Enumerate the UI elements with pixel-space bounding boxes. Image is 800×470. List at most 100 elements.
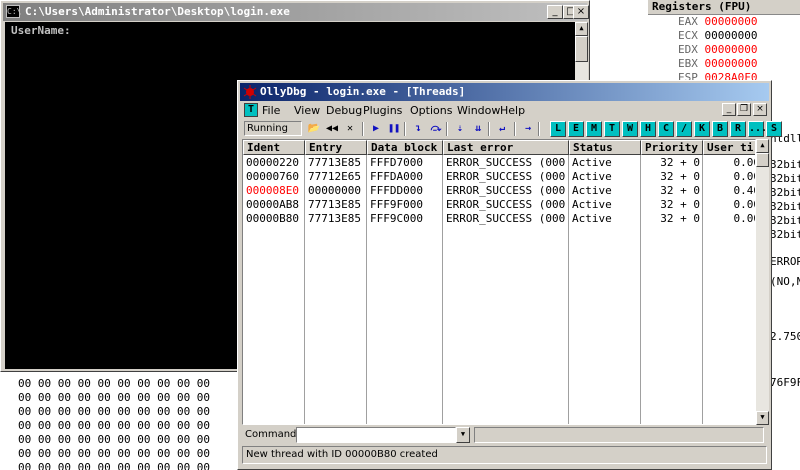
- scroll-thumb[interactable]: [756, 153, 769, 167]
- toolbar-window-button[interactable]: B: [712, 121, 728, 137]
- scroll-thumb[interactable]: [575, 36, 588, 62]
- scroll-up-icon[interactable]: ▲: [756, 139, 769, 153]
- threads-window-icon[interactable]: T: [244, 103, 258, 117]
- register-row: EDX 00000000: [678, 43, 757, 56]
- menu-help[interactable]: Help: [500, 104, 525, 117]
- cell-priority: 32 + 0: [660, 212, 700, 225]
- register-detail-text: 32bit: [770, 200, 800, 213]
- cell-data-block: FFFDD000: [370, 184, 423, 197]
- toolbar-window-button[interactable]: E: [568, 121, 584, 137]
- console-titlebar[interactable]: C:\ C:\Users\Administrator\Desktop\login…: [3, 3, 587, 21]
- close-program-icon[interactable]: ✕: [342, 121, 358, 137]
- ollydbg-bug-icon: [243, 85, 257, 99]
- register-detail-text: ERROR: [770, 255, 800, 268]
- console-app-icon: C:\: [6, 5, 22, 18]
- trace-into-icon[interactable]: ⇣: [452, 121, 468, 137]
- restart-icon[interactable]: ◀◀: [324, 121, 340, 137]
- toolbar-separator: [514, 122, 516, 136]
- dump-line: 00 00 00 00 00 00 00 00 00 00: [18, 405, 211, 418]
- minimize-button[interactable]: _: [547, 5, 563, 19]
- column-divider: [568, 155, 569, 424]
- scroll-down-icon[interactable]: ▼: [756, 411, 769, 425]
- run-status: Running: [244, 121, 302, 136]
- toolbar-window-button[interactable]: R: [730, 121, 746, 137]
- threads-table[interactable]: Ident Entry Data block Last error Status Prio…: [242, 139, 756, 425]
- table-row[interactable]: 00000B80 77713E85 FFF9C000 ERROR_SUCCESS (0…: [243, 212, 755, 226]
- trace-over-icon[interactable]: ⇊: [470, 121, 486, 137]
- threads-table-header: Ident Entry Data block Last error Status Prio…: [243, 140, 755, 155]
- column-header-user-time[interactable]: User ti: [703, 140, 755, 155]
- registers-header-title: Registers (FPU): [652, 0, 752, 13]
- register-name: EDX: [678, 43, 705, 56]
- toolbar-separator: [404, 122, 406, 136]
- menu-plugins[interactable]: Plugins: [363, 104, 402, 117]
- toolbar-window-button[interactable]: S: [766, 121, 782, 137]
- cell-priority: 32 + 0: [660, 156, 700, 169]
- dump-line: 00 00 00 00 00 00 00 00 00 00: [18, 419, 211, 432]
- menu-window[interactable]: Window: [457, 104, 500, 117]
- open-icon[interactable]: 📂: [306, 121, 322, 137]
- status-bar: New thread with ID 00000B80 created: [242, 446, 767, 464]
- menu-view[interactable]: View: [294, 104, 320, 117]
- mdi-restore-button[interactable]: ❐: [737, 103, 751, 116]
- table-row[interactable]: 000008E0 00000000 FFFDD000 ERROR_SUCCESS (0…: [243, 184, 755, 198]
- goto-icon[interactable]: →: [520, 121, 536, 137]
- table-row[interactable]: 00000AB8 77713E85 FFF9F000 ERROR_SUCCESS (0…: [243, 198, 755, 212]
- dump-line: 00 00 00 00 00 00 00 00 00 00: [18, 377, 211, 390]
- register-name: EBX: [678, 57, 705, 70]
- mdi-minimize-button[interactable]: _: [722, 103, 736, 116]
- toolbar-window-button[interactable]: H: [640, 121, 656, 137]
- toolbar-window-button[interactable]: W: [622, 121, 638, 137]
- menu-bar: T File View Debug Plugins Options Window…: [240, 102, 769, 119]
- cell-status: Active: [572, 170, 612, 183]
- step-into-icon[interactable]: ↴: [410, 121, 426, 137]
- register-row: EAX 00000000: [678, 15, 757, 28]
- pause-icon[interactable]: ❚❚: [386, 121, 402, 137]
- table-row[interactable]: 00000760 77712E65 FFFDA000 ERROR_SUCCESS (0…: [243, 170, 755, 184]
- close-button[interactable]: ×: [573, 5, 589, 19]
- register-value: 00000000: [704, 29, 758, 42]
- cell-ident: 00000B80: [246, 212, 299, 225]
- menu-file[interactable]: File: [262, 104, 280, 117]
- dump-line: 00 00 00 00 00 00 00 00 00 00: [18, 447, 211, 460]
- cell-ident: 00000220: [246, 156, 299, 169]
- toolbar-window-button[interactable]: T: [604, 121, 620, 137]
- toolbar-window-button[interactable]: C: [658, 121, 674, 137]
- dump-line: 00 00 00 00 00 00 00 00 00 00: [18, 433, 211, 446]
- column-header-data-block[interactable]: Data block: [367, 140, 443, 155]
- step-over-icon[interactable]: ⤼: [428, 121, 444, 137]
- mdi-close-button[interactable]: ×: [753, 103, 767, 116]
- cell-ident: 000008E0: [246, 184, 299, 197]
- menu-debug[interactable]: Debug: [326, 104, 362, 117]
- toolbar-window-button[interactable]: ...: [748, 121, 767, 137]
- toolbar-window-button[interactable]: L: [550, 121, 566, 137]
- scroll-up-icon[interactable]: ▲: [575, 22, 588, 36]
- menu-options[interactable]: Options: [410, 104, 452, 117]
- column-header-entry[interactable]: Entry: [305, 140, 367, 155]
- column-header-priority[interactable]: Priority: [641, 140, 703, 155]
- column-divider: [640, 155, 641, 424]
- cell-data-block: FFF9F000: [370, 198, 423, 211]
- run-icon[interactable]: ▶: [368, 121, 384, 137]
- toolbar-window-button[interactable]: K: [694, 121, 710, 137]
- execute-till-return-icon[interactable]: ↵: [494, 121, 510, 137]
- toolbar-window-button[interactable]: M: [586, 121, 602, 137]
- column-header-status[interactable]: Status: [569, 140, 641, 155]
- toolbar-window-button[interactable]: /: [676, 121, 692, 137]
- cell-ident: 00000760: [246, 170, 299, 183]
- threads-scrollbar[interactable]: ▲ ▼: [756, 139, 769, 425]
- register-detail-text: (NO,N: [770, 275, 800, 288]
- console-prompt: UserName:: [11, 24, 71, 37]
- ollydbg-titlebar[interactable]: OllyDbg - login.exe - [Threads]: [240, 83, 769, 101]
- chevron-down-icon[interactable]: ▼: [456, 427, 470, 443]
- column-header-last-error[interactable]: Last error: [443, 140, 569, 155]
- register-value: 00000000: [704, 57, 758, 70]
- cell-last-error: ERROR_SUCCESS (000: [446, 156, 566, 169]
- register-detail-text: 76F9F: [770, 376, 800, 389]
- table-row[interactable]: 00000220 77713E85 FFFD7000 ERROR_SUCCESS (0…: [243, 156, 755, 170]
- cell-last-error: ERROR_SUCCESS (000: [446, 212, 566, 225]
- command-input[interactable]: [296, 427, 456, 443]
- cell-status: Active: [572, 184, 612, 197]
- cell-priority: 32 + 0: [660, 170, 700, 183]
- column-header-ident[interactable]: Ident: [243, 140, 305, 155]
